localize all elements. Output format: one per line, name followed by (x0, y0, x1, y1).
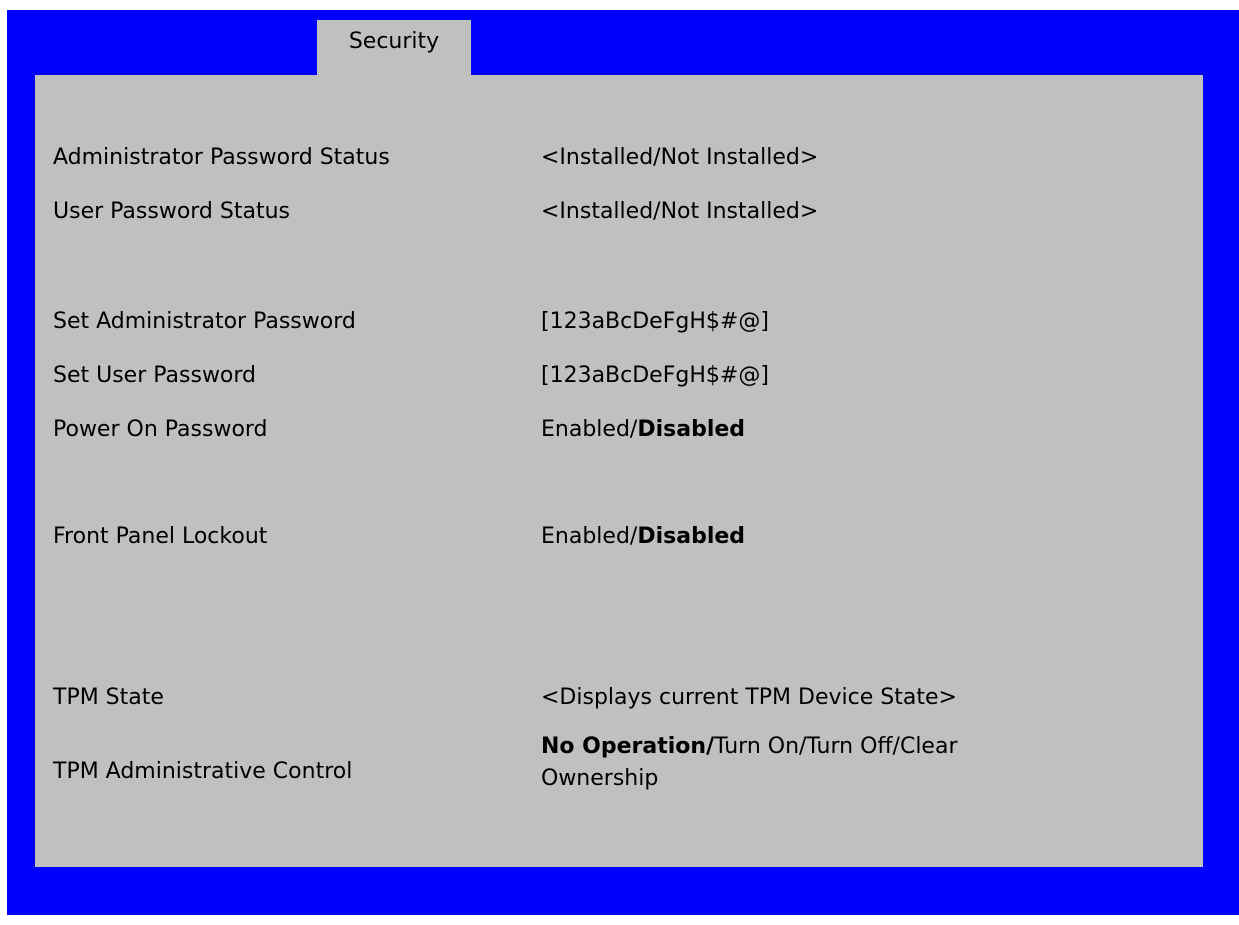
admin-password-status-label: Administrator Password Status (53, 145, 390, 170)
front-panel-lockout-options[interactable]: Enabled/Disabled (541, 522, 1161, 552)
power-on-password-options[interactable]: Enabled/Disabled (541, 415, 1161, 445)
user-password-status-value: <Installed/Not Installed> (541, 199, 819, 224)
tpm-admin-control-options[interactable]: No Operation/Turn On/Turn Off/Clear Owne… (541, 731, 1081, 795)
tab-security[interactable]: Security (317, 20, 471, 76)
power-on-option-disabled: Disabled (637, 417, 746, 442)
tab-security-label: Security (348, 29, 440, 54)
tpm-option-no-operation: No Operation/ (541, 734, 715, 759)
power-on-option-enabled: Enabled/ (541, 417, 638, 442)
admin-password-status-value: <Installed/Not Installed> (541, 145, 819, 170)
tpm-admin-control-label: TPM Administrative Control (53, 759, 353, 784)
tpm-state-label: TPM State (53, 685, 164, 710)
security-settings-panel: Administrator Password Status <Installed… (35, 75, 1203, 867)
front-panel-option-disabled: Disabled (637, 524, 746, 549)
set-user-password-label: Set User Password (53, 363, 257, 388)
set-user-password-field[interactable]: [123aBcDeFgH$#@] (541, 361, 1161, 391)
power-on-password-label: Power On Password (53, 417, 268, 442)
front-panel-option-enabled: Enabled/ (541, 524, 638, 549)
tpm-state-value: <Displays current TPM Device State> (541, 685, 957, 710)
front-panel-lockout-label: Front Panel Lockout (53, 524, 268, 549)
set-admin-password-label: Set Administrator Password (53, 309, 356, 334)
set-admin-password-field[interactable]: [123aBcDeFgH$#@] (541, 307, 1161, 337)
user-password-status-label: User Password Status (53, 199, 290, 224)
